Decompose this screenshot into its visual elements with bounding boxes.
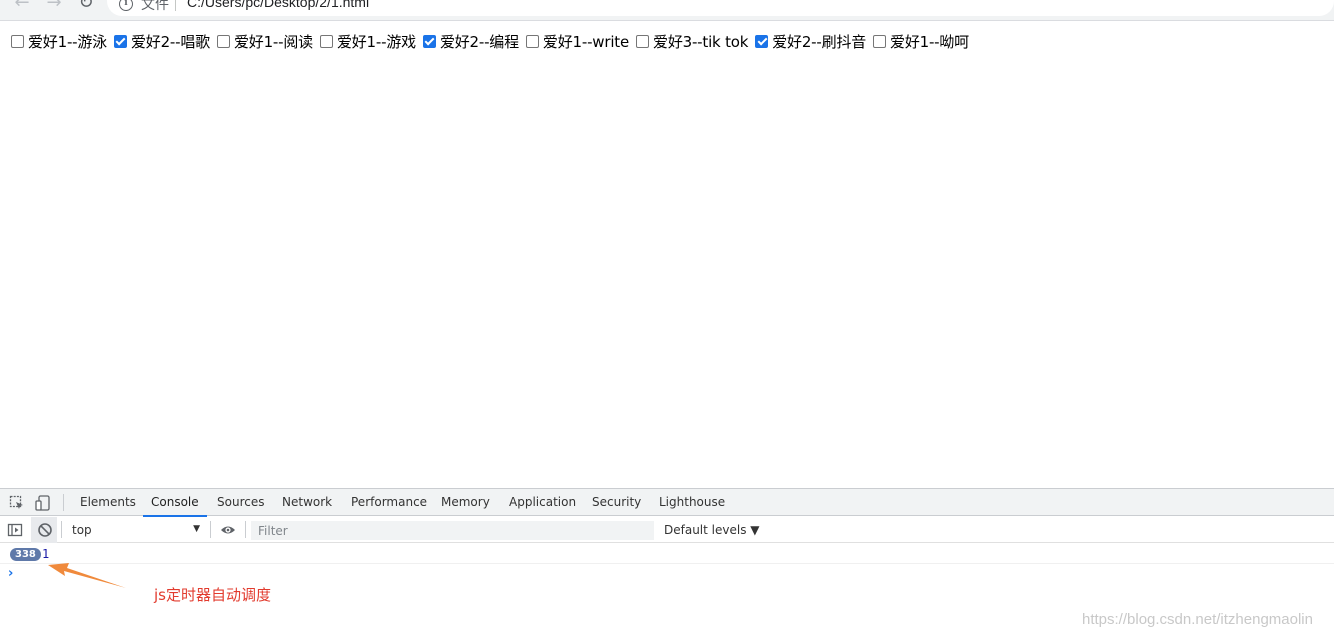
toolbar-divider [61,521,62,538]
browser-toolbar: ← → ↻ i 文件 C:/Users/pc/Desktop/2/1.html [0,0,1334,21]
console-prompt[interactable]: › [8,566,13,581]
device-toolbar-icon[interactable] [35,495,51,511]
clear-console-icon [38,523,52,537]
tab-security[interactable]: Security [592,489,641,516]
hobby-label: 爱好3--tik tok [653,32,749,51]
tab-network[interactable]: Network [282,489,332,516]
inspect-element-icon[interactable] [9,495,25,511]
console-sidebar-icon[interactable] [7,522,23,538]
console-filter-input[interactable]: Filter [251,521,654,540]
hobby-checkbox-item[interactable]: 爱好3--tik tok [636,31,748,52]
arrow-left-icon[interactable]: ← [12,0,32,13]
hobby-checkbox-row: 爱好1--游泳 爱好2--唱歌 爱好1--阅读 爱好1--游戏 爱好2--编程 爱好1--… [11,30,976,52]
clear-console-button[interactable] [31,517,57,543]
hobby-checkbox[interactable] [636,34,650,48]
hobby-label: 爱好2--刷抖音 [772,32,867,51]
url-text[interactable]: C:/Users/pc/Desktop/2/1.html [187,0,369,10]
hobby-label: 爱好1--游泳 [28,32,107,51]
hobby-checkbox[interactable] [216,34,230,48]
console-message: 338 1 [0,544,1334,564]
caret-down-icon: ▼ [193,524,200,534]
hobby-checkbox-item[interactable]: 爱好1--呦呵 [873,31,969,52]
hobby-checkbox-item[interactable]: 爱好2--编程 [422,31,519,52]
context-selector[interactable]: top ▼ [64,520,206,540]
hobby-checkbox-item[interactable]: 爱好1--write [525,31,630,52]
reload-icon[interactable]: ↻ [76,0,96,13]
toolbar-divider [210,521,211,538]
tab-application[interactable]: Application [509,489,576,516]
filter-placeholder: Filter [258,524,288,538]
info-icon[interactable]: i [119,0,133,11]
tab-performance[interactable]: Performance [351,489,427,516]
annotation-text: js定时器自动调度 [154,586,271,604]
hobby-checkbox[interactable] [11,34,24,48]
tab-lighthouse[interactable]: Lighthouse [659,489,725,516]
arrow-right-icon[interactable]: → [44,0,64,13]
hobby-checkbox[interactable] [113,34,127,48]
hobby-checkbox-item[interactable]: 爱好1--游泳 [11,31,107,52]
hobby-checkbox-item[interactable]: 爱好1--游戏 [319,31,416,52]
hobby-label: 爱好1--呦呵 [890,32,969,51]
default-levels-dropdown[interactable]: Default levels ▼ [664,523,760,537]
hobby-checkbox[interactable] [422,34,436,48]
hobby-checkbox-item[interactable]: 爱好2--刷抖音 [755,31,866,52]
repeat-count-badge: 338 [10,548,41,561]
watermark: https://blog.csdn.net/itzhengmaolin [1082,611,1313,628]
hobby-label: 爱好1--游戏 [336,32,416,51]
hobby-checkbox[interactable] [755,34,769,48]
hobby-label: 爱好1--write [542,32,630,51]
hobby-label: 爱好2--唱歌 [130,32,210,51]
hobby-checkbox-item[interactable]: 爱好1--阅读 [216,31,313,52]
tab-memory[interactable]: Memory [441,489,490,516]
omnibox-divider [175,0,176,11]
toolbar-divider [245,521,246,538]
annotation-arrow-icon [48,563,126,588]
hobby-checkbox[interactable] [319,34,333,48]
address-bar[interactable]: i 文件 C:/Users/pc/Desktop/2/1.html [107,0,1334,16]
context-value: top [72,523,92,537]
console-toolbar: top ▼ Filter Default levels ▼ [0,517,1334,543]
hobby-checkbox-item[interactable]: 爱好2--唱歌 [113,31,210,52]
toolbar-divider [63,494,64,511]
hobby-label: 爱好1--阅读 [233,32,313,51]
tab-elements[interactable]: Elements [80,489,136,516]
scheme-label: 文件 [141,0,169,13]
hobby-checkbox[interactable] [525,34,539,48]
hobby-label: 爱好2--编程 [439,32,519,51]
hobby-checkbox[interactable] [873,34,887,48]
eye-icon[interactable] [220,522,236,538]
tab-sources[interactable]: Sources [217,489,264,516]
devtools-tab-bar: Elements Console Sources Network Performance… [0,489,1334,517]
tab-console[interactable]: Console [143,489,207,517]
